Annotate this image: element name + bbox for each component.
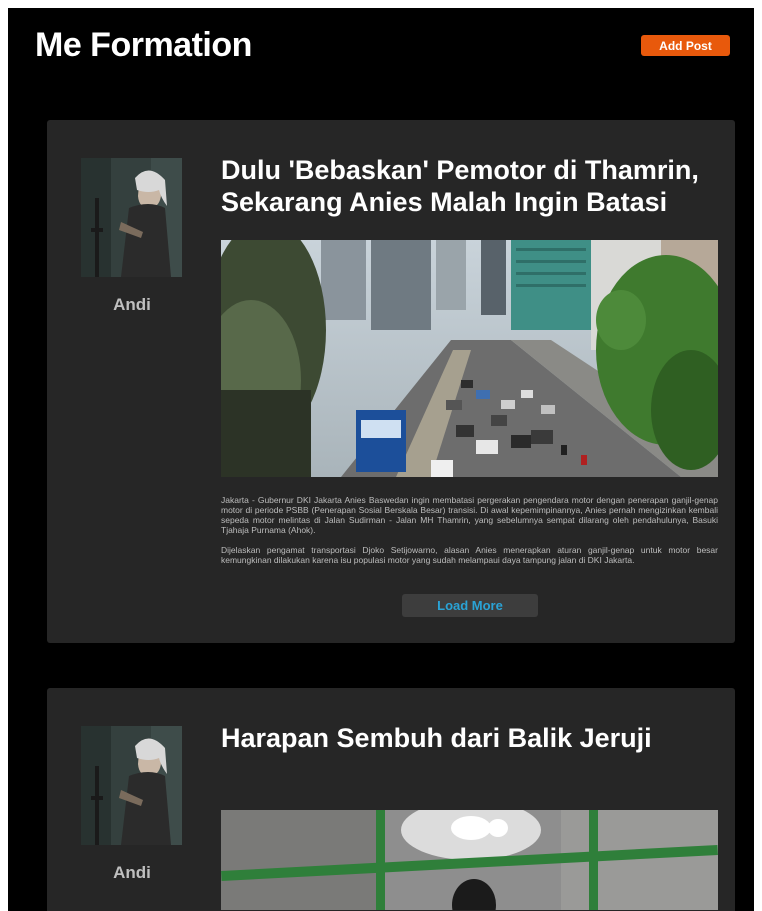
post-title[interactable]: Harapan Sembuh dari Balik Jeruji [221,722,718,754]
post-image [221,240,718,477]
post-content: Harapan Sembuh dari Balik Jeruji [221,722,718,910]
author-name: Andi [113,863,151,882]
header: Me Formation Add Post [8,8,754,88]
post-body: Jakarta - Gubernur DKI Jakarta Anies Bas… [221,495,718,565]
author-avatar [81,726,182,845]
post-title[interactable]: Dulu 'Bebaskan' Pemotor di Thamrin, Seka… [221,154,718,218]
post-image [221,810,718,910]
app-root: Me Formation Add Post Andi Dulu 'Bebaska… [8,8,754,911]
post-card: Andi Dulu 'Bebaskan' Pemotor di Thamrin,… [47,120,735,643]
post-paragraph: Jakarta - Gubernur DKI Jakarta Anies Bas… [221,495,718,535]
author-avatar [81,158,182,277]
brand-title: Me Formation [35,26,252,64]
load-more-button[interactable]: Load More [402,594,538,617]
post-card: Andi Harapan Sembuh dari Balik Jeruji [47,688,735,911]
post-paragraph: Dijelaskan pengamat transportasi Djoko S… [221,545,718,565]
post-author: Andi [81,158,183,315]
add-post-button[interactable]: Add Post [641,35,730,56]
author-name: Andi [113,295,151,314]
post-author: Andi [81,726,183,883]
post-content: Dulu 'Bebaskan' Pemotor di Thamrin, Seka… [221,154,718,575]
